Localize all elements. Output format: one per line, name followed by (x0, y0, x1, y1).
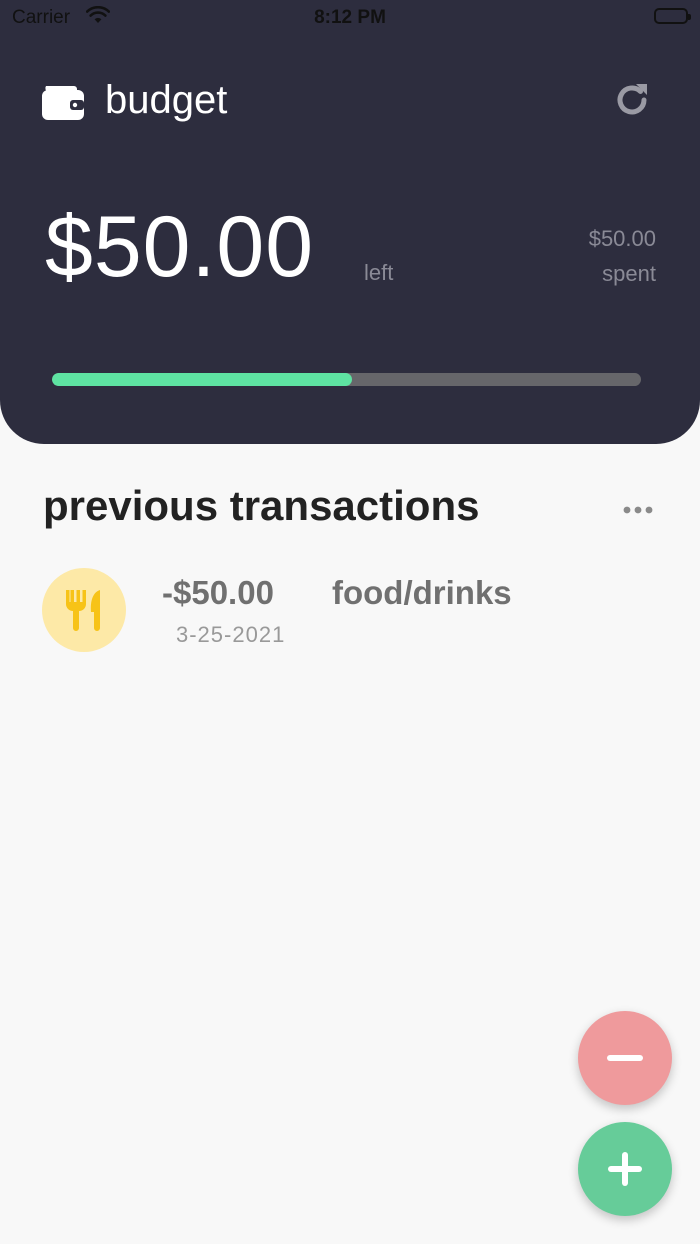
plus-icon (608, 1152, 642, 1186)
minus-icon (607, 1055, 643, 1061)
more-horizontal-icon[interactable] (622, 502, 654, 520)
budget-header: Carrier 8:12 PM budget $50.00 left $50.0… (0, 0, 700, 444)
transaction-date: 3-25-2021 (176, 622, 286, 647)
add-expense-button[interactable] (578, 1122, 672, 1216)
status-bar: Carrier 8:12 PM (0, 0, 700, 36)
battery-icon (654, 8, 691, 24)
remove-expense-button[interactable] (578, 1011, 672, 1105)
spent-amount: $50.00 (588, 226, 656, 251)
section-title: previous transactions (43, 482, 480, 529)
budget-progress-fill (52, 373, 353, 386)
utensils-icon (66, 590, 100, 631)
transaction-row[interactable]: -$50.00 food/drinks 3-25-2021 (42, 568, 642, 654)
transaction-category: food/drinks (332, 574, 512, 611)
refresh-icon[interactable] (613, 81, 651, 124)
spent-label: spent (602, 261, 656, 286)
app-title: budget (105, 78, 228, 122)
remaining-amount: $50.00 (45, 199, 315, 295)
budget-progress-bar (52, 373, 641, 386)
status-time: 8:12 PM (314, 7, 386, 28)
wallet-icon (42, 84, 84, 125)
transaction-amount: -$50.00 (162, 574, 274, 611)
remaining-label: left (364, 260, 394, 285)
category-avatar (42, 568, 126, 652)
